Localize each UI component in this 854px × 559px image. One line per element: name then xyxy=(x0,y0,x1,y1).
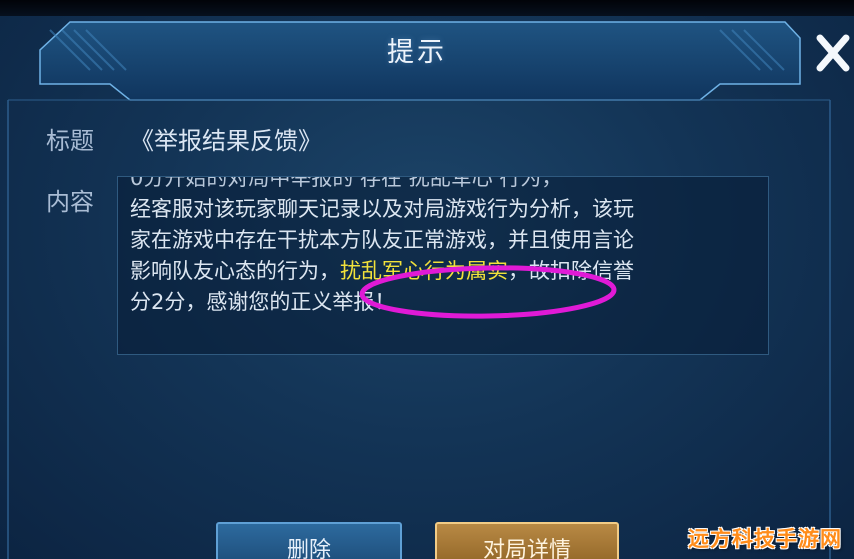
subject-label: 标题 xyxy=(46,127,94,155)
delete-button[interactable]: 删除 xyxy=(216,522,402,559)
content-line-highlighted: 影响队友心态的行为，扰乱军心行为属实，故扣除信誉 xyxy=(130,256,760,287)
content-line-end: ，故扣除信誉 xyxy=(508,259,634,283)
content-line: 经客服对该玩家聊天记录以及对局游戏行为分析，该玩 xyxy=(130,197,634,221)
close-icon xyxy=(816,34,850,72)
content-line: 分2分，感谢您的正义举报！ xyxy=(130,290,396,314)
content-text: 0分开始的对局中举报的 存在 扰乱军心 行为， 经客服对该玩家聊天记录以及对局游… xyxy=(130,177,760,318)
dialog-title: 提示 xyxy=(387,37,447,68)
content-line-start: 影响队友心态的行为， xyxy=(130,259,340,283)
close-button[interactable] xyxy=(812,30,854,76)
highlighted-phrase: 扰乱军心行为属实 xyxy=(340,259,508,283)
watermark: 远方科技手游网 xyxy=(688,527,842,551)
match-details-button[interactable]: 对局详情 xyxy=(435,522,619,559)
content-box[interactable]: 0分开始的对局中举报的 存在 扰乱军心 行为， 经客服对该玩家聊天记录以及对局游… xyxy=(117,176,769,355)
screen: 提示 标题 《举报结果反馈》 内容 0分开始的对局中举报的 存在 扰乱军心 行为… xyxy=(0,0,854,559)
content-partial-line: 0分开始的对局中举报的 存在 扰乱军心 行为， xyxy=(130,176,563,190)
content-label: 内容 xyxy=(46,188,94,216)
content-line: 家在游戏中存在干扰本方队友正常游戏，并且使用言论 xyxy=(130,228,634,252)
subject-value: 《举报结果反馈》 xyxy=(130,127,322,155)
